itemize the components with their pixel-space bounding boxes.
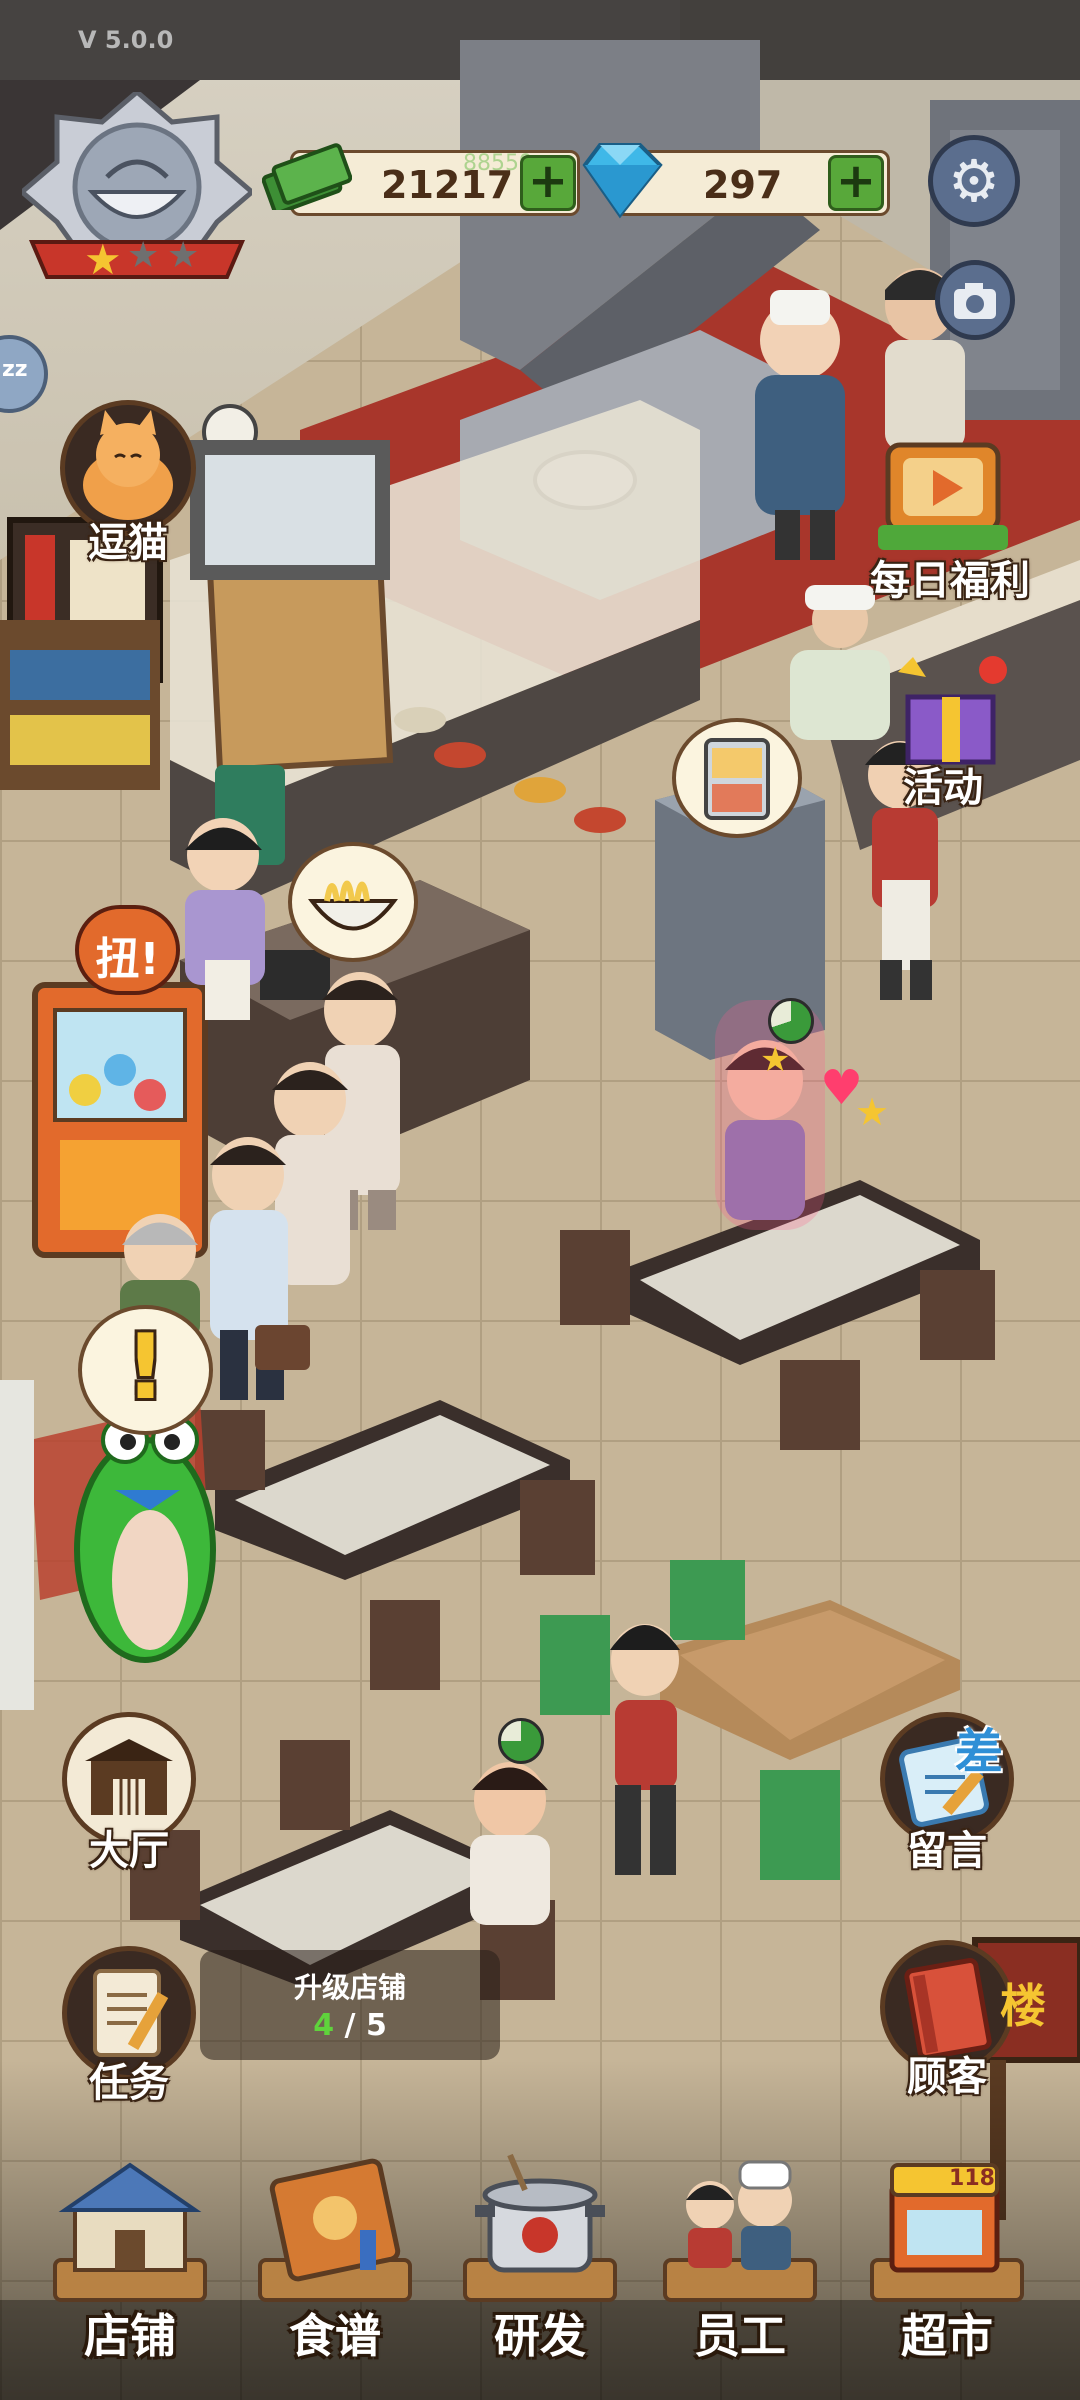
star-icon: ★	[760, 1040, 791, 1080]
nav-research[interactable]: 研发	[455, 2150, 625, 2363]
cash-value: 21217	[381, 163, 514, 207]
gacha-bubble[interactable]: 扭!	[75, 905, 180, 995]
gear-icon: ⚙	[948, 147, 1000, 215]
rank-star-icon: ★	[84, 235, 122, 284]
noodle-order-bubble[interactable]	[288, 842, 418, 962]
game-screen: V 5.0.0 ★ ★ ★ 88559 21217 + 297 + ⚙ zz 逗…	[0, 0, 1080, 2400]
nav-staff-label: 员工	[694, 2309, 786, 2363]
nav-recipes[interactable]: 食谱	[250, 2150, 420, 2363]
upgrade-separator: /	[344, 2008, 356, 2043]
noodle-bowl-icon	[308, 880, 398, 931]
upgrade-progress: 4 / 5	[200, 2008, 500, 2043]
settings-button[interactable]: ⚙	[928, 135, 1020, 227]
camera-icon	[954, 283, 996, 319]
hall-label: 大厅	[89, 1828, 169, 1874]
nav-recipes-label: 食谱	[289, 2309, 381, 2363]
rank-star-empty-icon: ★	[167, 235, 200, 276]
upgrade-total: 5	[365, 2008, 387, 2043]
rank-star-empty-icon: ★	[127, 235, 160, 276]
timer-icon	[498, 1718, 544, 1764]
nav-supermarket-label: 超市	[901, 2309, 993, 2363]
messages-badge: 差	[955, 1724, 1004, 1780]
fridge-bubble[interactable]	[672, 718, 802, 838]
gift-icon	[898, 656, 1007, 765]
staff-icon	[663, 2160, 817, 2302]
camera-button[interactable]	[935, 260, 1015, 340]
messages-label: 留言	[907, 1828, 987, 1874]
sleep-icon: zz	[2, 357, 28, 382]
version-label: V 5.0.0	[78, 26, 174, 54]
cooking-pot-icon	[463, 2153, 617, 2302]
add-gems-button[interactable]: +	[828, 155, 884, 211]
cat-label: 逗猫	[88, 520, 168, 566]
fridge-icon	[704, 738, 770, 820]
daily-rewards-label: 每日福利	[870, 558, 1030, 604]
daily-rewards-button[interactable]	[878, 430, 1018, 560]
gacha-bubble-text: 扭!	[95, 934, 160, 985]
upgrade-shop-panel[interactable]: 升级店铺 4 / 5	[200, 1950, 500, 2060]
nav-research-label: 研发	[494, 2309, 586, 2363]
alert-bubble[interactable]: !	[78, 1305, 213, 1435]
nav-supermarket[interactable]: 118 超市	[862, 2150, 1032, 2363]
supermarket-sign-number: 118	[949, 2166, 995, 2191]
tv-reward-icon	[878, 442, 1008, 550]
restaurant-rank-badge[interactable]: ★ ★ ★	[18, 88, 256, 292]
upgrade-current: 4	[313, 2008, 335, 2043]
customers-label: 顾客	[907, 2054, 987, 2100]
add-cash-button[interactable]: +	[520, 155, 576, 211]
nav-shop[interactable]: 店铺	[45, 2150, 215, 2363]
alert-bubble-text: !	[124, 1315, 167, 1420]
recipe-book-icon	[258, 2158, 412, 2302]
shop-icon	[53, 2162, 207, 2302]
upgrade-shop-label: 升级店铺	[293, 1971, 406, 2004]
nav-staff[interactable]: 员工	[655, 2150, 825, 2363]
star-icon: ★	[855, 1090, 890, 1134]
events-label: 活动	[903, 765, 983, 811]
bottom-nav: 店铺 食谱 研发 员工 118 超市	[0, 2150, 1080, 2400]
cash-icon	[261, 140, 353, 215]
tasks-label: 任务	[89, 2060, 169, 2106]
timer-icon	[768, 998, 814, 1044]
events-button[interactable]	[888, 652, 1018, 772]
nav-shop-label: 店铺	[84, 2309, 176, 2363]
gem-icon	[575, 140, 665, 220]
signboard-text: 楼	[1000, 1979, 1046, 2033]
gem-value: 297	[703, 163, 783, 207]
